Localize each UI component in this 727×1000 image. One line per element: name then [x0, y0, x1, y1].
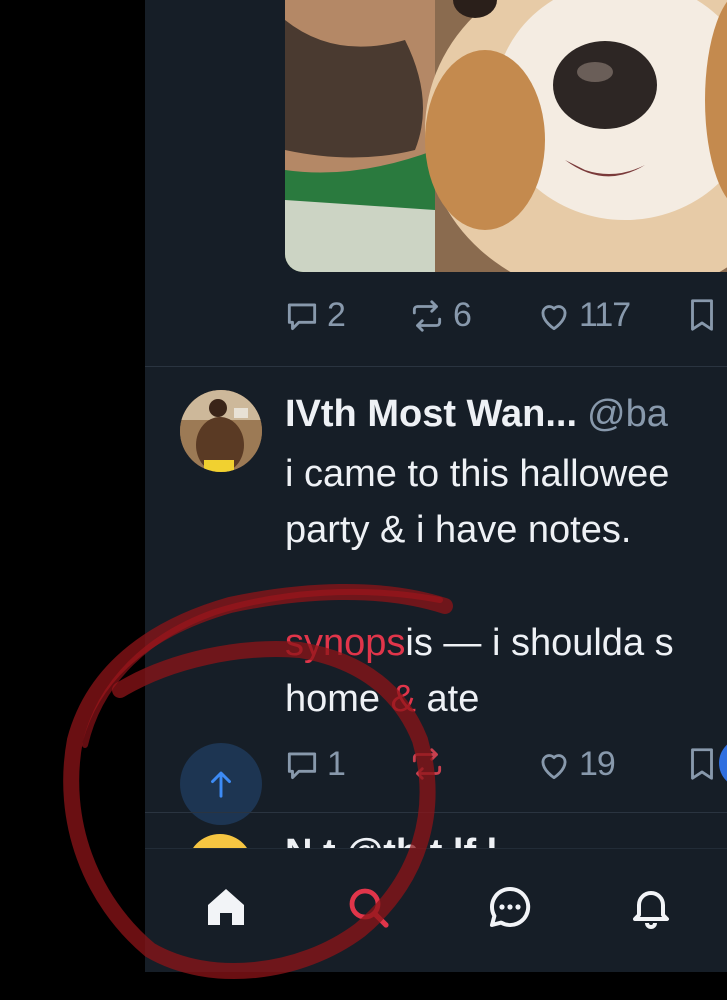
highlighted-text: &: [390, 678, 416, 720]
author-handle[interactable]: @ba: [587, 393, 668, 435]
repost-icon: [412, 748, 442, 780]
post-divider: [145, 812, 727, 813]
reply-count: 2: [327, 296, 346, 334]
post-text-line: party & i have notes.: [285, 509, 632, 551]
repost-button[interactable]: [407, 745, 453, 783]
dog-photo: [285, 0, 727, 272]
nav-search[interactable]: [338, 877, 398, 937]
heart-icon: [541, 304, 567, 330]
author-name[interactable]: IVth Most Wan...: [285, 393, 577, 435]
post-text-line: i came to this hallowee: [285, 453, 670, 495]
avatar-image: [180, 390, 262, 472]
search-icon: [349, 888, 389, 928]
post-text-line: home & ate: [285, 673, 479, 725]
post-image[interactable]: [285, 0, 727, 272]
repost-count: 6: [453, 296, 472, 334]
bookmark-icon: [691, 748, 713, 780]
chat-bubble-icon: [490, 886, 531, 927]
nav-notifications[interactable]: [621, 877, 681, 937]
like-count: 117: [579, 296, 631, 334]
nav-chat[interactable]: [480, 877, 540, 937]
repost-button[interactable]: 6: [407, 296, 472, 335]
like-button[interactable]: 19: [535, 745, 616, 784]
heart-icon: [541, 753, 567, 779]
bottom-nav: [145, 848, 727, 972]
arrow-up-icon: [211, 771, 231, 798]
post-text-segment: ate: [415, 678, 480, 720]
reply-icon: [287, 751, 317, 779]
post-text-segment: is — i shoulda s: [405, 622, 674, 664]
bell-icon: [633, 891, 669, 929]
reply-button[interactable]: 2: [283, 296, 346, 335]
post-header: IVth Most Wan... @ba: [285, 388, 668, 440]
post-text-line: synopsis — i shoulda s: [285, 617, 674, 669]
feed-screen: 2 6 117 IVth Most Wan... @ba i came to th…: [145, 0, 727, 972]
bookmark-button[interactable]: [685, 745, 719, 783]
reply-icon: [287, 302, 317, 330]
repost-icon: [412, 299, 442, 332]
post-text-segment: home: [285, 678, 391, 720]
like-button[interactable]: 117: [535, 296, 631, 335]
bookmark-button[interactable]: [685, 296, 719, 334]
nav-home[interactable]: [196, 877, 256, 937]
bookmark-icon: [691, 299, 713, 331]
highlighted-text: synops: [285, 622, 406, 664]
post-divider: [145, 366, 727, 367]
reply-button[interactable]: 1: [283, 745, 346, 784]
reply-count: 1: [327, 745, 346, 783]
avatar[interactable]: [180, 390, 262, 472]
compose-button[interactable]: [719, 738, 727, 788]
like-count: 19: [579, 745, 616, 783]
home-icon: [208, 889, 244, 925]
